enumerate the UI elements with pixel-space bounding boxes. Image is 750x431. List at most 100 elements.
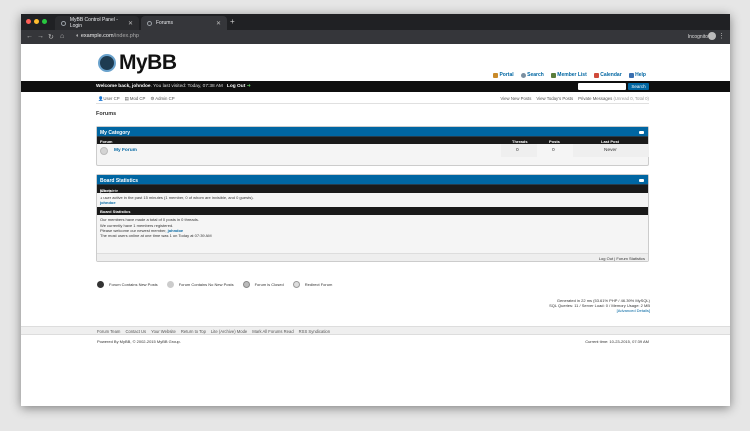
url-path: /index.php bbox=[113, 33, 139, 39]
admin-cp-icon: ⚙ bbox=[150, 96, 155, 101]
members-icon bbox=[550, 72, 556, 78]
mark-all-read-link[interactable]: Mark All Forums Read bbox=[252, 329, 293, 334]
last-visit-text: . You last visited: Today, 07:38 AM bbox=[150, 84, 223, 89]
nav-portal[interactable]: Portal bbox=[492, 72, 514, 78]
url-domain: example.com bbox=[80, 33, 114, 39]
divider bbox=[96, 103, 649, 104]
back-icon[interactable]: ← bbox=[26, 33, 33, 40]
forum-row: My Forum 0 0 Never bbox=[97, 144, 649, 157]
portal-icon bbox=[492, 72, 498, 78]
complete-list-link[interactable]: [Complete List] bbox=[100, 188, 118, 198]
legend-label: Redirect Forum bbox=[304, 282, 333, 287]
home-icon[interactable]: ⌂ bbox=[60, 33, 64, 40]
welcome-bar: Welcome back, johndoe. You last visited:… bbox=[21, 81, 730, 92]
admin-cp-label: Admin CP bbox=[155, 96, 175, 101]
nav-label: Member List bbox=[557, 72, 587, 78]
close-window-icon[interactable] bbox=[26, 19, 31, 24]
category-header: My Category bbox=[97, 127, 648, 137]
welcome-user-link[interactable]: johndoe bbox=[132, 84, 151, 89]
new-tab-icon[interactable]: + bbox=[230, 17, 235, 26]
lite-mode-link[interactable]: Lite (Archive) Mode bbox=[211, 329, 247, 334]
url-field[interactable]: ◐ example.com/index.php bbox=[76, 33, 139, 39]
nav-calendar[interactable]: Calendar bbox=[593, 72, 622, 78]
browser-tab-login[interactable]: MyBB Control Panel - Login ✕ bbox=[55, 16, 139, 30]
menu-kebab-icon[interactable]: ⋮ bbox=[718, 32, 725, 40]
view-todays-posts-link[interactable]: View Today's Posts bbox=[536, 96, 573, 101]
legend-item: Forum Contains No New Posts bbox=[166, 281, 234, 288]
pm-label: Private Messages bbox=[578, 96, 613, 101]
stats-footer-links[interactable]: Log Out | Forum Statistics bbox=[97, 253, 648, 261]
forum-closed-icon bbox=[242, 281, 250, 288]
user-subnav: 👤User CP ▤ Mod CP ⚙ Admin CP View New Po… bbox=[96, 94, 649, 103]
nav-label: Calendar bbox=[600, 72, 622, 78]
online-user-link[interactable]: johndoe bbox=[100, 200, 116, 205]
user-cp-label: User CP bbox=[103, 96, 120, 101]
redirect-forum-icon bbox=[292, 281, 300, 288]
mod-cp-icon: ▤ bbox=[124, 96, 129, 101]
contact-us-link[interactable]: Contact Us bbox=[125, 329, 146, 334]
welcome-prefix: Welcome back, bbox=[96, 84, 132, 89]
logout-link[interactable]: Log Out bbox=[227, 84, 245, 89]
footer-bar: Forum Team Contact Us Your Website Retur… bbox=[21, 326, 730, 335]
browser-tab-forums[interactable]: Forums ✕ bbox=[141, 16, 227, 30]
forum-name-link[interactable]: My Forum bbox=[114, 148, 137, 153]
mod-cp-link[interactable]: ▤ Mod CP bbox=[125, 96, 146, 102]
your-website-link[interactable]: Your Website bbox=[151, 329, 176, 334]
advanced-details-link[interactable]: [Advanced Details] bbox=[617, 308, 650, 313]
nav-member-list[interactable]: Member List bbox=[550, 72, 587, 78]
col-posts: Posts bbox=[549, 138, 560, 144]
page-content: MyBB Portal Search Member List Calendar … bbox=[21, 44, 730, 406]
powered-by: Powered By MyBB, © 2002-2015 MyBB Group. bbox=[97, 339, 181, 344]
legend-label: Forum Contains New Posts bbox=[109, 282, 158, 287]
admin-cp-link[interactable]: ⚙ Admin CP bbox=[150, 96, 174, 102]
rss-syndication-link[interactable]: RSS Syndication bbox=[299, 329, 330, 334]
maximize-window-icon[interactable] bbox=[42, 19, 47, 24]
nav-label: Search bbox=[527, 72, 544, 78]
tab-favicon-icon bbox=[147, 20, 152, 26]
legend-item: Redirect Forum bbox=[292, 281, 333, 288]
whos-online-header: Who's Online [Complete List] bbox=[97, 185, 648, 198]
nav-help[interactable]: Help bbox=[628, 72, 646, 78]
nav-label: Portal bbox=[499, 72, 514, 78]
return-to-top-link[interactable]: Return to Top bbox=[181, 329, 206, 334]
close-tab-icon[interactable]: ✕ bbox=[128, 20, 133, 27]
quick-search-input[interactable] bbox=[578, 83, 626, 90]
private-messages-link[interactable]: Private Messages (Unread 0, Total 0) bbox=[578, 96, 649, 101]
logout-arrow-icon: ➜ bbox=[246, 84, 251, 89]
legend-label: Forum Contains No New Posts bbox=[178, 282, 234, 287]
incognito-label: Incognito bbox=[687, 33, 708, 40]
user-cp-link[interactable]: 👤User CP bbox=[98, 96, 120, 102]
forum-legend: Forum Contains New Posts Forum Contains … bbox=[97, 281, 341, 288]
legend-item: Forum is Closed bbox=[242, 281, 284, 288]
nav-search[interactable]: Search bbox=[520, 72, 544, 78]
current-time: Current time: 10-23-2015, 07:39 AM bbox=[585, 339, 649, 344]
breadcrumb[interactable]: Forums bbox=[96, 111, 116, 117]
search-button[interactable]: Search bbox=[628, 83, 649, 90]
collapse-icon[interactable] bbox=[639, 131, 644, 134]
browser-window: MyBB Control Panel - Login ✕ Forums ✕ + … bbox=[21, 14, 730, 406]
reload-icon[interactable]: ↻ bbox=[48, 33, 54, 41]
pm-counts: (Unread 0, Total 0) bbox=[613, 96, 649, 101]
close-tab-icon[interactable]: ✕ bbox=[216, 20, 221, 27]
forum-team-link[interactable]: Forum Team bbox=[97, 329, 120, 334]
incognito-icon[interactable] bbox=[708, 32, 716, 40]
category-title-link[interactable]: My Category bbox=[100, 130, 130, 136]
logo-text: MyBB bbox=[119, 51, 177, 74]
mybb-logo-icon bbox=[98, 54, 116, 72]
minimize-window-icon[interactable] bbox=[34, 19, 39, 24]
board-statistics-title: Board Statistics bbox=[100, 208, 131, 214]
board-statistics-header: Board Statistics bbox=[97, 207, 648, 216]
forum-threads-count: 0 bbox=[516, 148, 519, 153]
col-last-post: Last Post bbox=[601, 138, 620, 144]
welcome-text: Welcome back, johndoe. You last visited:… bbox=[96, 84, 251, 89]
view-new-posts-link[interactable]: View New Posts bbox=[500, 96, 531, 101]
tab-title: MyBB Control Panel - Login bbox=[69, 17, 118, 29]
footer-links: Forum Team Contact Us Your Website Retur… bbox=[97, 329, 330, 334]
collapse-icon[interactable] bbox=[639, 179, 644, 182]
mod-cp-label: Mod CP bbox=[129, 96, 146, 101]
help-icon bbox=[628, 72, 634, 78]
generation-stats: Generated in 22 ms (53.61% PHP / 46.39% … bbox=[549, 298, 650, 313]
search-icon bbox=[520, 72, 526, 78]
forward-icon[interactable]: → bbox=[37, 33, 44, 40]
site-logo[interactable]: MyBB bbox=[98, 51, 177, 75]
